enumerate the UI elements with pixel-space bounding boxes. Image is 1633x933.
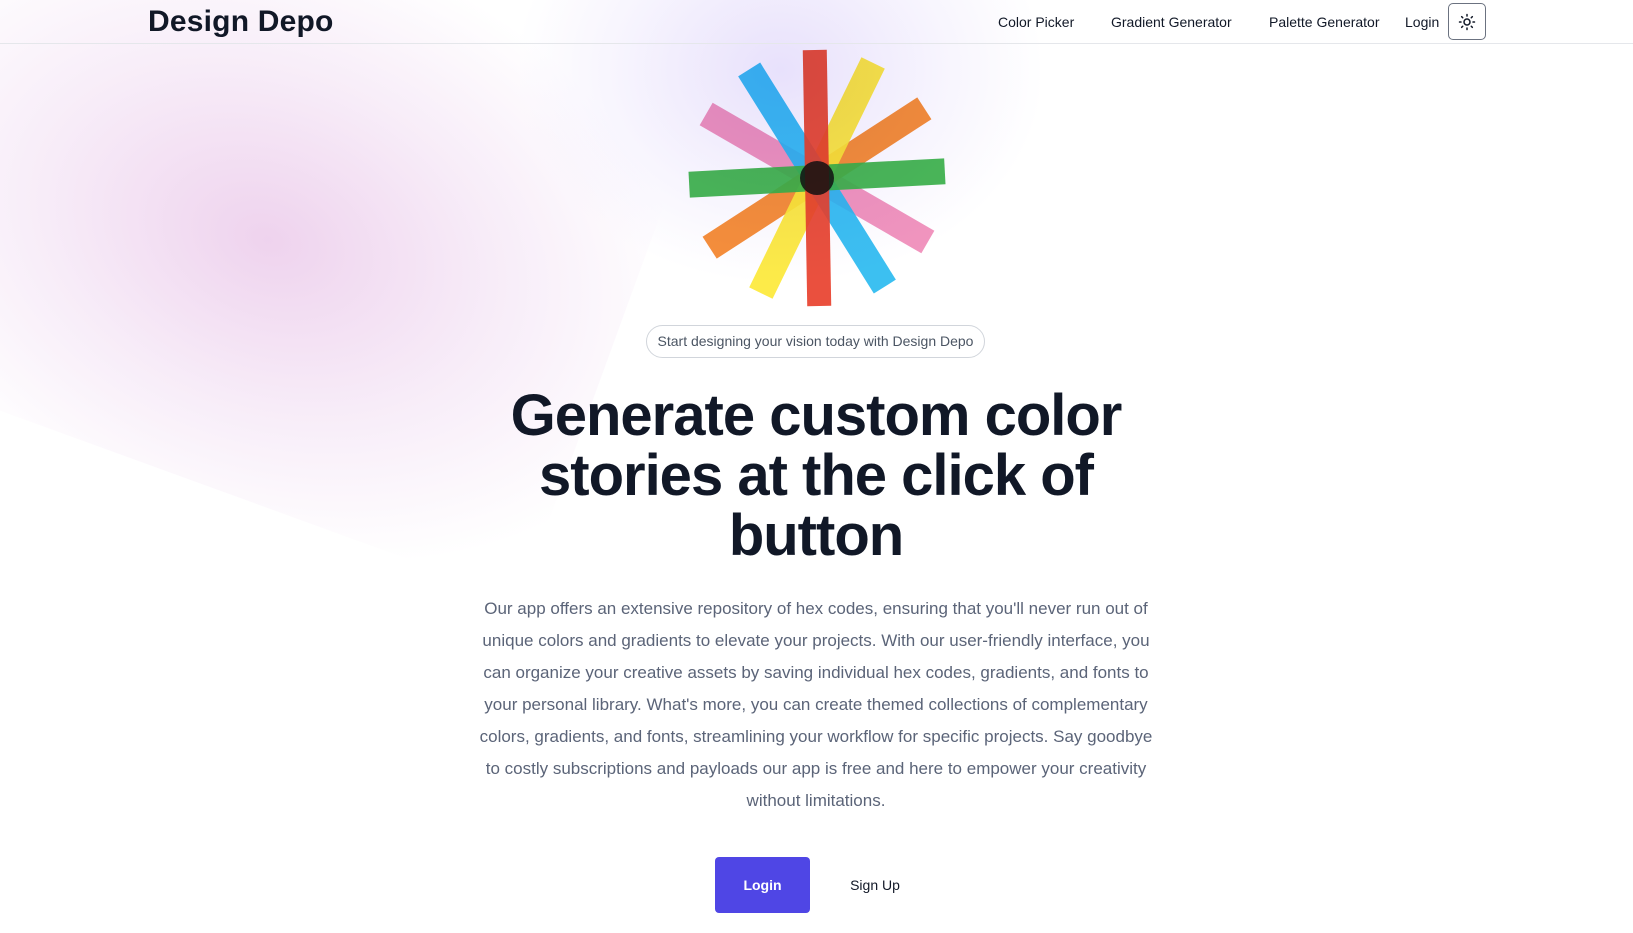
nav-link-palette-generator[interactable]: Palette Generator	[1269, 12, 1380, 32]
landing-page: Design Depo Color Picker Gradient Genera…	[0, 0, 1633, 933]
nav-links: Color Picker Gradient Generator Palette …	[0, 0, 1633, 44]
logo-center	[800, 161, 834, 195]
nav-link-gradient-generator[interactable]: Gradient Generator	[1111, 12, 1232, 32]
sun-icon	[1458, 13, 1476, 30]
nav-link-color-picker[interactable]: Color Picker	[998, 12, 1074, 32]
color-starburst-logo	[688, 49, 946, 307]
hero-description: Our app offers an extensive repository o…	[479, 599, 1153, 810]
tagline-badge: Start designing your vision today with D…	[646, 325, 985, 358]
hero-headline: Generate custom color stories at the cli…	[510, 383, 1123, 568]
signup-button[interactable]: Sign Up	[836, 857, 914, 913]
nav-link-login[interactable]: Login	[1405, 12, 1439, 32]
theme-toggle-button[interactable]	[1448, 3, 1486, 40]
navbar: Design Depo Color Picker Gradient Genera…	[0, 0, 1633, 44]
login-button[interactable]: Login	[715, 857, 810, 913]
